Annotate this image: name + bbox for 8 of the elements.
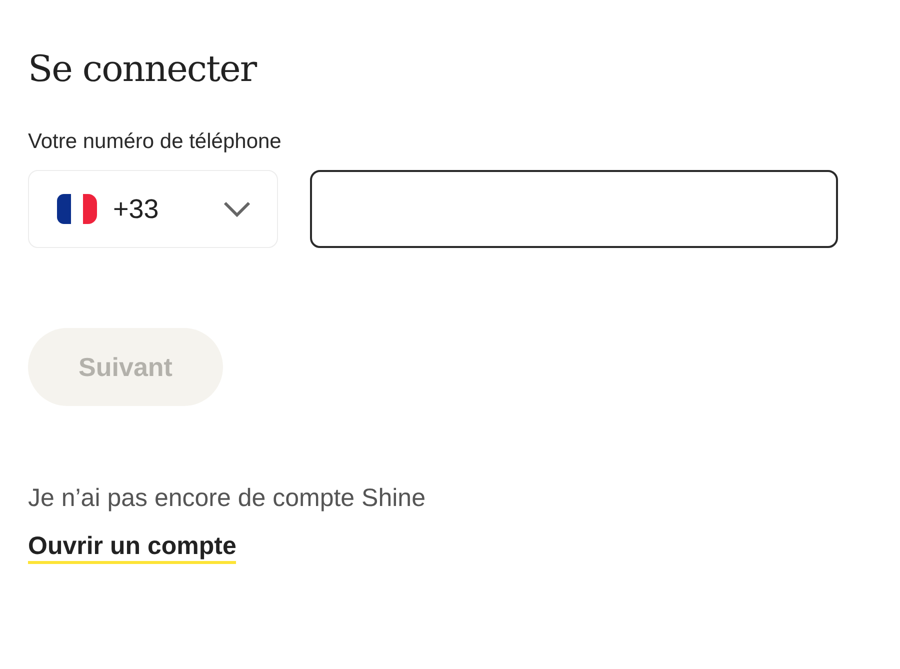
open-account-link[interactable]: Ouvrir un compte [28, 531, 236, 564]
field-label: Votre numéro de téléphone [28, 129, 282, 155]
phone-input[interactable] [310, 170, 838, 248]
flag-icon [57, 194, 97, 224]
country-select[interactable]: +33 [28, 170, 278, 248]
signup-prompt: Je n’ai pas encore de compte Shine [28, 483, 426, 514]
chevron-down-icon [223, 201, 251, 217]
page-title: Se connecter [28, 48, 258, 92]
